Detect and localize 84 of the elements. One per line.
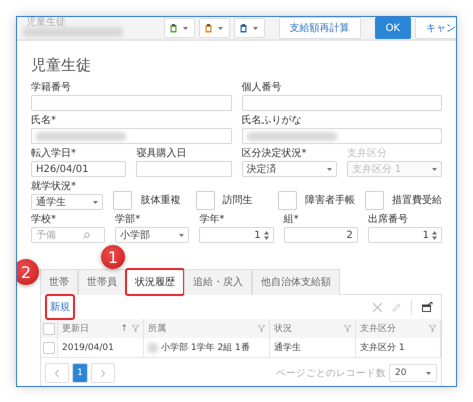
field-label: 転入学日*	[31, 148, 77, 160]
select-field[interactable]: 小学部	[115, 227, 190, 243]
caret-icon	[218, 26, 224, 30]
step-number-badge: 2	[17, 259, 39, 285]
table-cell-text: 通学生	[274, 342, 301, 354]
clipboard-icon	[170, 24, 178, 32]
field-label: 区分決定状況*	[242, 148, 308, 160]
input-field[interactable]	[31, 95, 232, 111]
clipboard-icon	[205, 24, 212, 32]
clipboard-dropdown-button[interactable]	[198, 18, 230, 38]
input-field[interactable]	[242, 95, 442, 111]
checkbox[interactable]	[365, 191, 384, 210]
select-field[interactable]: 決定済	[242, 161, 337, 177]
tab[interactable]: 他自治体支給額	[252, 269, 340, 295]
checkbox-label: 訪問生	[222, 194, 253, 206]
field-label: 学校*	[31, 214, 57, 226]
field-label: 就学状況*	[31, 181, 77, 193]
field-label: 学年*	[199, 214, 226, 226]
ok-button[interactable]: OK	[374, 17, 411, 39]
clipboard-dropdown-button[interactable]	[234, 18, 265, 38]
previous-page-button[interactable]	[45, 363, 69, 383]
form-heading: 児童生徒	[31, 56, 92, 74]
sort-arrow[interactable]: ↑	[120, 324, 128, 334]
checkbox[interactable]	[43, 342, 55, 354]
export-icon[interactable]	[422, 302, 433, 312]
recalculate-button[interactable]: 支給額再計算	[278, 17, 361, 39]
clipboard-icon	[240, 24, 248, 32]
table-cell: 2019/04/01	[62, 342, 114, 352]
filter-icon[interactable]	[429, 325, 436, 332]
pencil-icon[interactable]	[392, 302, 401, 312]
checkbox[interactable]	[278, 191, 297, 210]
caret-icon	[326, 168, 332, 170]
page-size-label: ページごとのレコード数	[276, 366, 386, 380]
field-label: 学部*	[115, 214, 142, 226]
checkbox[interactable]	[43, 322, 55, 334]
table-cell-text: 小学部 1学年 2組 1番	[161, 342, 250, 354]
checkbox[interactable]	[113, 191, 132, 210]
field-label: 出席番号	[368, 214, 409, 226]
input-field[interactable]	[136, 161, 232, 177]
step-number-badge: 1	[101, 245, 125, 269]
filter-icon[interactable]	[344, 325, 351, 332]
caret-icon	[183, 26, 188, 30]
caret-icon	[179, 234, 184, 236]
input-field[interactable]	[31, 128, 232, 144]
filter-icon[interactable]	[132, 325, 139, 332]
number-field[interactable]: 2	[284, 227, 358, 243]
select-field[interactable]: 通学生	[31, 194, 104, 210]
caret-icon	[93, 200, 98, 204]
tab[interactable]: 状況履歴	[126, 269, 184, 295]
field-label: 氏名*	[31, 115, 57, 127]
tab[interactable]: 追給・戻入	[184, 269, 252, 295]
filter-icon[interactable]	[258, 325, 265, 332]
number-field[interactable]: 1	[199, 227, 274, 243]
field-label: 個人番号	[242, 82, 282, 94]
caret-icon	[432, 168, 437, 170]
tab[interactable]: 世帯員	[78, 269, 126, 295]
spinner-icon[interactable]	[432, 230, 437, 240]
chevron-right-icon	[101, 370, 105, 376]
field-label: 学籍番号	[31, 82, 72, 94]
caret-icon	[253, 26, 258, 30]
page-button[interactable]: 1	[72, 363, 88, 383]
page-size-select[interactable]: 20	[389, 364, 437, 382]
checkbox-label: 措置費受給	[392, 194, 442, 206]
cancel-button[interactable]: キャン	[415, 17, 456, 39]
input-field[interactable]	[242, 128, 442, 144]
tab[interactable]: 世帯	[40, 269, 78, 295]
checkbox-label: 肢体重複	[140, 194, 180, 206]
checkbox-label: 障害者手帳	[305, 194, 355, 206]
checkbox[interactable]	[196, 191, 215, 210]
input-field[interactable]: H26/04/01	[31, 161, 126, 177]
field-label: 組*	[284, 214, 300, 226]
field-label: 支弁区分	[346, 148, 388, 160]
next-page-button[interactable]	[91, 363, 115, 383]
field-label: 寝具購入日	[136, 148, 188, 160]
clipboard-dropdown-button[interactable]	[164, 18, 195, 38]
spinner-icon[interactable]	[264, 230, 269, 240]
search-icon[interactable]	[83, 232, 90, 238]
field-label: 氏名ふりがな	[242, 115, 302, 127]
table-cell-text: 支弁区分 1	[360, 342, 405, 354]
chevron-left-icon	[55, 370, 59, 376]
column-header[interactable]: 更新日	[62, 322, 116, 335]
number-field[interactable]: 1	[368, 227, 442, 243]
close-icon[interactable]	[373, 302, 382, 312]
caret-icon	[426, 372, 431, 374]
